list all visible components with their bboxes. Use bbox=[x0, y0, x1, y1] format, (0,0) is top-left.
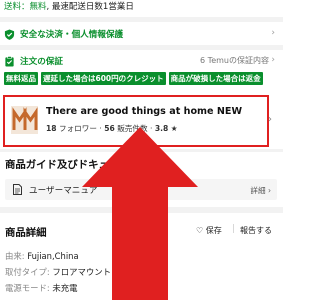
chevron-right-icon[interactable]: › bbox=[268, 114, 272, 125]
separator: | bbox=[232, 224, 236, 234]
chevron-right-icon: › bbox=[271, 28, 275, 38]
save-label: 保存 bbox=[205, 226, 222, 235]
order-guarantee-title: 注文の保証 bbox=[20, 57, 63, 67]
section-divider bbox=[0, 17, 283, 22]
store-followers-count: 18 bbox=[46, 124, 57, 133]
safe-payment-row[interactable]: 安全な決済・個人情報保護 › bbox=[4, 27, 279, 41]
store-name: There are good things at home NEW bbox=[46, 106, 243, 117]
section-divider bbox=[0, 45, 283, 50]
shipping-delivery-text: , 最速配送日数1営業日 bbox=[46, 2, 134, 12]
guarantee-tags: 無料返品 遅延した場合は600円のクレジット 商品が破損した場合は返金 bbox=[4, 72, 283, 86]
store-logo bbox=[11, 106, 38, 134]
shipping-free-label: 送料：無料 bbox=[4, 2, 47, 12]
shield-check-icon bbox=[4, 28, 15, 40]
clipboard-icon bbox=[5, 55, 14, 67]
spec-row: 由来: Fujian,China bbox=[5, 250, 79, 262]
shipping-info: 送料：無料, 最速配送日数1営業日 bbox=[4, 0, 134, 12]
spec-key: 取付タイプ: bbox=[5, 267, 53, 277]
spec-key: 由来: bbox=[5, 251, 28, 261]
guide-detail-link[interactable]: 詳細 › bbox=[250, 185, 271, 196]
chevron-right-icon: › bbox=[271, 55, 275, 65]
spec-key: 電源モード: bbox=[5, 283, 53, 293]
safe-payment-text: 安全な決済・個人情報保護 bbox=[20, 30, 124, 40]
guarantee-tag: 遅延した場合は600円のクレジット bbox=[41, 72, 166, 85]
details-title: 商品詳細 bbox=[5, 227, 47, 239]
document-icon bbox=[13, 184, 22, 195]
report-button[interactable]: 報告する bbox=[240, 225, 272, 236]
guarantee-tag: 商品が破損した場合は返金 bbox=[168, 72, 263, 85]
spec-value: 未充電 bbox=[52, 283, 78, 293]
red-arrow-annotation bbox=[82, 127, 198, 300]
spec-value: Fujian,China bbox=[27, 251, 79, 261]
order-guarantee-row[interactable]: 注文の保証 6 Temuの保証内容 › bbox=[4, 54, 279, 68]
guarantee-tag: 無料返品 bbox=[4, 72, 38, 85]
spec-row: 電源モード: 未充電 bbox=[5, 282, 77, 294]
order-guarantee-link[interactable]: 6 Temuの保証内容 bbox=[200, 55, 269, 66]
